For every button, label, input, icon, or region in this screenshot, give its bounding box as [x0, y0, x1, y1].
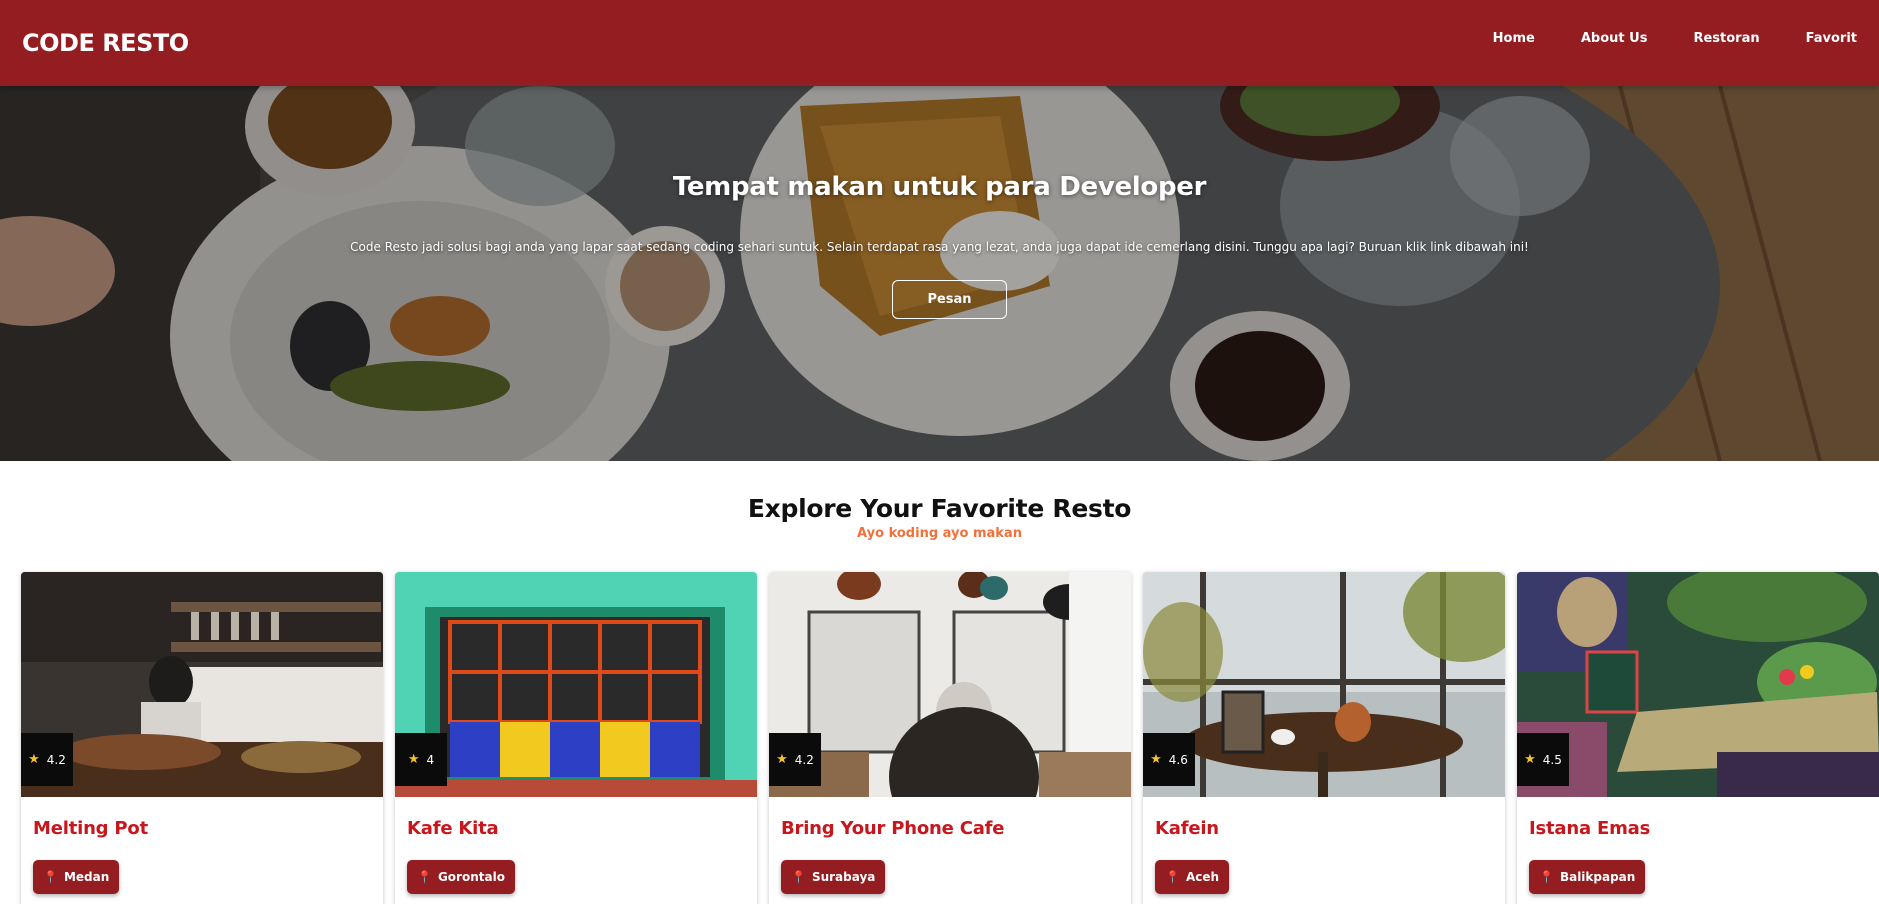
restaurant-image[interactable]	[769, 572, 1131, 797]
star-icon: ★	[1150, 752, 1162, 767]
restaurant-image[interactable]	[21, 572, 383, 797]
map-pin-icon: 📍	[43, 870, 58, 884]
rating-badge: ★ 4.2	[769, 733, 821, 786]
restaurant-name[interactable]: Kafe Kita	[407, 818, 499, 839]
brand-logo[interactable]: CODE RESTO	[22, 29, 189, 57]
restaurant-list: ★ 4.2 Melting Pot 📍 Medan ★ 4 Kafe Kita …	[21, 572, 1879, 904]
star-icon: ★	[1524, 752, 1536, 767]
city-badge: 📍 Aceh	[1155, 860, 1230, 894]
rating-value: 4.6	[1168, 752, 1188, 767]
rating-badge: ★ 4.6	[1143, 733, 1195, 786]
nav-about-us[interactable]: About Us	[1581, 31, 1648, 46]
star-icon: ★	[28, 752, 40, 767]
rating-badge: ★ 4.2	[21, 733, 73, 786]
city-name: Balikpapan	[1559, 870, 1636, 884]
hero-description: Code Resto jadi solusi bagi anda yang la…	[350, 240, 1529, 254]
map-pin-icon: 📍	[417, 870, 432, 884]
city-badge: 📍 Medan	[33, 860, 120, 894]
restaurant-name[interactable]: Melting Pot	[33, 818, 148, 839]
restaurant-card[interactable]: ★ 4.6 Kafein 📍 Aceh	[1143, 572, 1505, 904]
restaurant-card[interactable]: ★ 4.2 Melting Pot 📍 Medan	[21, 572, 383, 904]
restaurant-card[interactable]: ★ 4.2 Bring Your Phone Cafe 📍 Surabaya	[769, 572, 1131, 904]
restaurant-image[interactable]	[1143, 572, 1505, 797]
restaurant-name[interactable]: Istana Emas	[1529, 818, 1650, 839]
nav-restoran[interactable]: Restoran	[1693, 31, 1759, 46]
rating-badge: ★ 4	[395, 733, 447, 786]
hero-title: Tempat makan untuk para Developer	[672, 172, 1207, 202]
city-badge: 📍 Surabaya	[781, 860, 886, 894]
restaurant-card[interactable]: ★ 4.5 Istana Emas 📍 Balikpapan	[1517, 572, 1879, 904]
hero-section: Tempat makan untuk para Developer Code R…	[0, 86, 1879, 461]
nav-home[interactable]: Home	[1493, 31, 1535, 46]
city-name: Gorontalo	[437, 870, 505, 884]
star-icon: ★	[407, 752, 420, 767]
restaurant-name[interactable]: Bring Your Phone Cafe	[781, 818, 1004, 839]
rating-value: 4.2	[46, 752, 66, 767]
city-name: Surabaya	[811, 870, 876, 884]
star-icon: ★	[776, 752, 788, 767]
rating-value: 4.2	[794, 752, 814, 767]
explore-subtitle: Ayo koding ayo makan	[857, 526, 1022, 541]
explore-title: Explore Your Favorite Resto	[747, 494, 1132, 523]
city-name: Aceh	[1185, 870, 1220, 884]
app-header: CODE RESTO Home About Us Restoran Favori…	[0, 0, 1879, 86]
rating-value: 4	[426, 752, 435, 767]
restaurant-image[interactable]	[1517, 572, 1879, 797]
pesan-button[interactable]: Pesan	[892, 280, 1007, 319]
restaurant-image[interactable]	[395, 572, 757, 797]
restaurant-card[interactable]: ★ 4 Kafe Kita 📍 Gorontalo	[395, 572, 757, 904]
main-nav: Home About Us Restoran Favorit	[1447, 0, 1857, 81]
rating-value: 4.5	[1542, 752, 1562, 767]
nav-favorit[interactable]: Favorit	[1806, 31, 1857, 46]
map-pin-icon: 📍	[1165, 870, 1180, 884]
city-badge: 📍 Gorontalo	[407, 860, 515, 894]
rating-badge: ★ 4.5	[1517, 733, 1569, 786]
restaurant-name[interactable]: Kafein	[1155, 818, 1219, 839]
city-name: Medan	[63, 870, 110, 884]
city-badge: 📍 Balikpapan	[1529, 860, 1646, 894]
map-pin-icon: 📍	[1539, 870, 1554, 884]
map-pin-icon: 📍	[791, 870, 806, 884]
